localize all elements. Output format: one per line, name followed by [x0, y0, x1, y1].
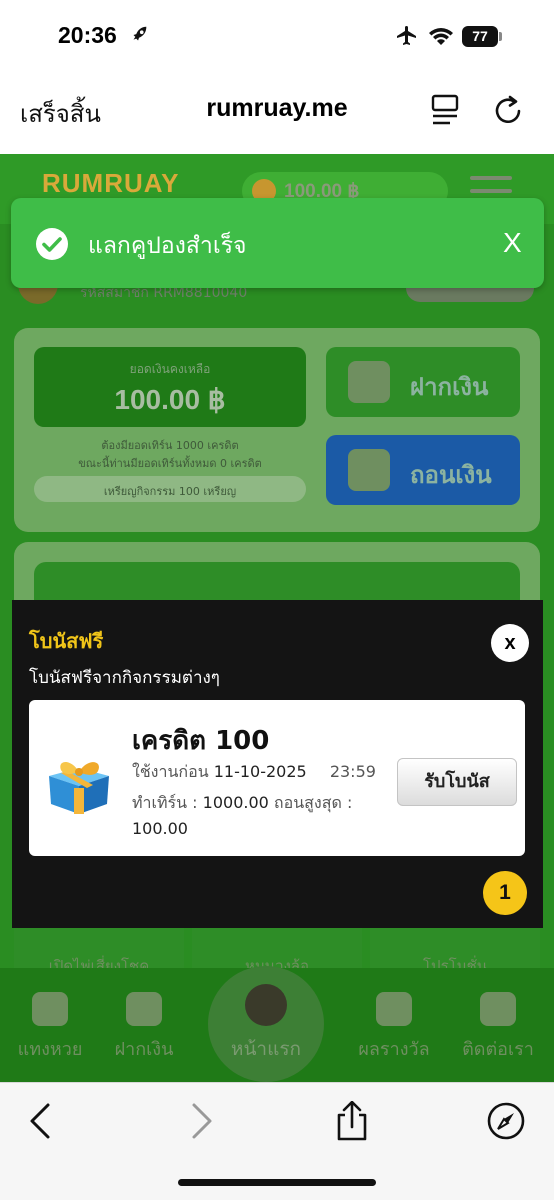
- wallet-card: ยอดเงินคงเหลือ 100.00 ฿ ต้องมียอดเทิร์น …: [14, 328, 540, 532]
- medal-icon: [376, 992, 412, 1026]
- balance-value: 100.00 ฿: [114, 384, 226, 415]
- claim-bonus-button[interactable]: รับโบนัส: [397, 758, 517, 806]
- max-withdraw-label: ถอนสูงสุด: [273, 793, 342, 812]
- modal-title: โบนัสฟรี: [29, 629, 104, 653]
- lottery-balls-icon: [32, 992, 68, 1026]
- bonus-expiry: ใช้งานก่อน 11-10-2025 23:59: [132, 760, 376, 785]
- back-icon[interactable]: [22, 1101, 62, 1141]
- nav-contact[interactable]: ติดต่อเรา: [448, 992, 548, 1063]
- balance-label: ยอดเงินคงเหลือ: [129, 362, 211, 376]
- withdraw-button[interactable]: ถอนเงิน: [326, 435, 520, 505]
- browser-toolbar: เสร็จสิ้น rumruay.me: [0, 76, 554, 154]
- expiry-prefix: ใช้งานก่อน: [132, 762, 209, 781]
- toast-message: แลกคูปองสำเร็จ: [88, 233, 247, 259]
- expiry-date: 11-10-2025: [213, 762, 307, 781]
- battery-cap: [499, 32, 502, 41]
- withdraw-label: ถอนเงิน: [410, 461, 492, 489]
- contact-icon: [480, 992, 516, 1026]
- turnover-label: ทำเทิร์น: [132, 793, 188, 812]
- deposit-icon: [126, 992, 162, 1026]
- tile-card-flip[interactable]: เปิดไพ่เสี่ยงโชค: [14, 924, 184, 975]
- page-badge[interactable]: 1: [483, 871, 527, 915]
- site-logo[interactable]: RUMRUAY: [42, 168, 180, 199]
- reload-icon[interactable]: [493, 91, 525, 127]
- share-icon[interactable]: [332, 1101, 372, 1141]
- tile-promotions[interactable]: โปรโมชั่น: [370, 924, 540, 975]
- home-indicator: [178, 1179, 376, 1186]
- deposit-button[interactable]: ฝากเงิน: [326, 347, 520, 417]
- reader-icon[interactable]: [430, 93, 462, 127]
- nav-rewards[interactable]: ผลรางวัล: [344, 992, 444, 1063]
- check-circle-icon: [36, 228, 68, 260]
- turnover-value: 1000.00: [202, 793, 269, 812]
- bonus-turnover: ทำเทิร์น : 1000.00 ถอนสูงสุด :: [132, 791, 352, 816]
- modal-close-button[interactable]: x: [491, 624, 529, 662]
- bonus-title: เครดิต 100: [132, 726, 270, 756]
- nav-home-label: หน้าแรก: [230, 1038, 302, 1060]
- rocket-icon: [133, 26, 147, 41]
- nav-lottery-label: แทงหวย: [17, 1039, 83, 1060]
- airplane-icon: [397, 26, 416, 45]
- deposit-icon: [348, 361, 390, 403]
- nav-deposit[interactable]: ฝากเงิน: [94, 992, 194, 1063]
- max-withdraw-value: 100.00: [132, 819, 188, 838]
- nav-lottery[interactable]: แทงหวย: [0, 992, 100, 1063]
- site-bottom-nav: แทงหวย ฝากเงิน หน้าแรก ผลรางวัล ติดต่อเร…: [0, 966, 554, 1082]
- bonus-card: เครดิต 100 ใช้งานก่อน 11-10-2025 23:59 ท…: [29, 700, 525, 856]
- status-bar: 20:36 77: [0, 0, 554, 76]
- expiry-time: 23:59: [329, 762, 376, 781]
- activity-coins-text: เหรียญกิจกรรม 100 เหรียญ: [103, 485, 237, 498]
- colon-separator: :: [346, 793, 353, 812]
- toast-close-button[interactable]: X: [503, 227, 522, 259]
- nav-home[interactable]: หน้าแรก: [208, 966, 324, 1082]
- nav-rewards-label: ผลรางวัล: [358, 1039, 430, 1060]
- free-bonus-modal: โบนัสฟรี โบนัสฟรีจากกิจกรรมต่างๆ x เครดิ…: [12, 600, 543, 928]
- turnover-note: ต้องมียอดเทิร์น 1000 เครดิต: [101, 439, 239, 452]
- deposit-label: ฝากเงิน: [410, 373, 489, 401]
- colon-separator: :: [192, 793, 203, 812]
- url-display[interactable]: rumruay.me: [0, 94, 554, 123]
- gift-icon: [49, 762, 109, 814]
- status-time: 20:36: [58, 22, 117, 48]
- wifi-icon: [429, 28, 453, 45]
- safari-toolbar: [0, 1082, 554, 1200]
- turnover-current-note: ขณะนี้ท่านมียอดเทิร์นทั้งหมด 0 เครดิต: [78, 457, 262, 470]
- modal-subtitle: โบนัสฟรีจากกิจกรรมต่างๆ: [29, 668, 220, 688]
- home-icon: [245, 984, 287, 1026]
- success-toast: แลกคูปองสำเร็จ X: [11, 198, 544, 288]
- battery-icon: 77: [462, 26, 498, 47]
- nav-contact-label: ติดต่อเรา: [462, 1039, 534, 1060]
- activity-coins-pill: เหรียญกิจกรรม 100 เหรียญ: [34, 476, 306, 502]
- balance-box: ยอดเงินคงเหลือ 100.00 ฿: [34, 347, 306, 427]
- compass-icon[interactable]: [486, 1101, 526, 1141]
- nav-deposit-label: ฝากเงิน: [114, 1039, 174, 1060]
- withdraw-icon: [348, 449, 390, 491]
- forward-icon[interactable]: [180, 1101, 220, 1141]
